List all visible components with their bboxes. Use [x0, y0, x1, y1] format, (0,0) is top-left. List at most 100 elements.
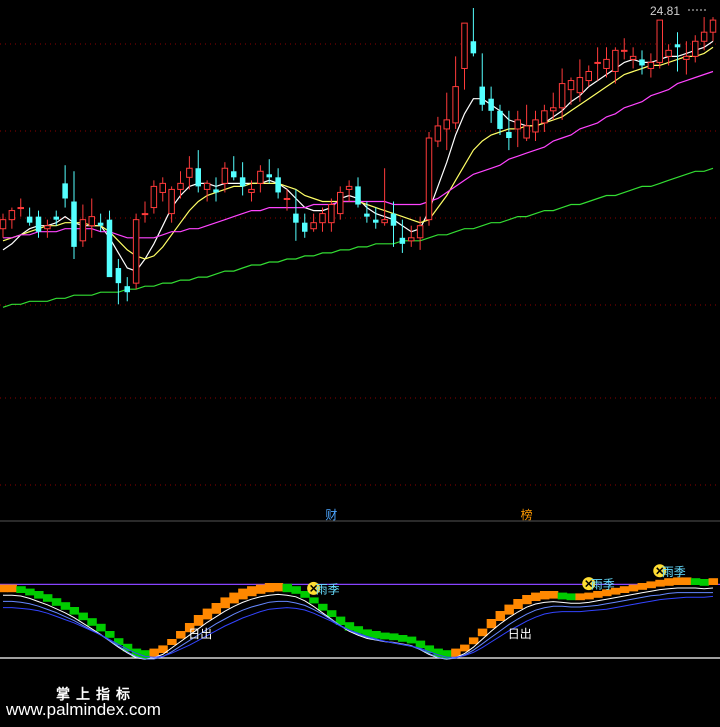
candle-body: [159, 182, 167, 193]
candle-body: [71, 201, 77, 247]
step-block-up: [0, 584, 9, 593]
step-block-up: [531, 592, 541, 601]
candle-body: [629, 55, 637, 60]
step-block-up: [460, 644, 470, 652]
step-block-up: [229, 592, 239, 604]
step-block-up: [522, 595, 532, 605]
step-block-up: [575, 593, 585, 601]
step-block-up: [584, 592, 594, 600]
step-block-up: [167, 639, 177, 645]
candle-body: [683, 55, 690, 60]
candle-up: [159, 177, 167, 202]
candle-body: [213, 189, 219, 193]
candle-body: [514, 119, 522, 130]
step-block-down: [69, 607, 80, 615]
candle-body: [603, 58, 610, 69]
candle-body: [230, 171, 237, 178]
candle-up: [345, 180, 353, 202]
candle-body: [132, 219, 140, 284]
candle-body: [293, 213, 299, 223]
candle-body: [8, 210, 16, 221]
step-block-up: [477, 628, 488, 637]
candle-body: [691, 40, 699, 57]
candle-body: [479, 86, 486, 105]
candle-up: [629, 47, 637, 69]
candle-up: [461, 22, 468, 90]
candle-body: [497, 110, 503, 129]
candle-up: [257, 165, 264, 193]
candle-body: [364, 213, 370, 217]
step-block-up: [513, 599, 523, 609]
candle-down: [239, 162, 246, 196]
step-block-up: [238, 588, 248, 600]
candle-body: [336, 191, 344, 215]
candle-body: [532, 119, 539, 133]
candle-body: [381, 219, 388, 224]
candle-body: [549, 107, 557, 112]
candle-body: [399, 237, 406, 244]
watermark-url: www.palmindex.com: [6, 700, 161, 719]
candle-up: [612, 47, 619, 84]
candle-down: [106, 210, 113, 278]
step-block-up: [646, 581, 656, 589]
candle-body: [355, 186, 361, 205]
step-block-up: [193, 615, 204, 626]
step-block-up: [708, 578, 719, 585]
candle-up: [79, 204, 87, 247]
step-block-down: [557, 592, 568, 600]
step-block-down: [389, 633, 399, 641]
candle-down: [230, 156, 237, 181]
candle-up: [132, 213, 140, 290]
candle-body: [195, 168, 202, 187]
step-block-up: [628, 584, 639, 592]
candle-up: [425, 131, 433, 226]
step-block-up: [655, 579, 665, 587]
candle-body: [310, 222, 317, 230]
step-block-up: [637, 583, 648, 590]
candle-up: [594, 47, 601, 81]
sunrise-label-4: 日出: [188, 627, 212, 641]
step-block-down: [105, 631, 115, 638]
step-block-down: [87, 618, 97, 626]
candle-down: [506, 110, 512, 151]
candle-body: [257, 170, 264, 184]
candle-up: [141, 201, 149, 223]
step-block-up: [149, 648, 159, 657]
candle-body: [407, 237, 415, 242]
candle-body: [115, 268, 122, 284]
candle-body: [461, 22, 468, 69]
candle-down: [124, 277, 131, 302]
step-block-down: [291, 586, 301, 594]
candle-body: [639, 59, 645, 66]
candle-body: [186, 167, 193, 178]
step-block-down: [397, 635, 408, 642]
step-block-down: [60, 602, 71, 610]
marker-label-1: 财: [325, 508, 337, 522]
candle-up: [17, 198, 25, 217]
step-block-up: [664, 578, 674, 586]
candle-up: [647, 53, 655, 78]
step-block-up: [593, 591, 603, 598]
candle-down: [488, 86, 494, 123]
candle-down: [62, 165, 68, 208]
candle-body: [594, 61, 601, 64]
step-block-down: [699, 579, 710, 586]
chart-stage: 财榜 雨季 雨季雨季日出 日出: [0, 8, 720, 660]
step-block-up: [495, 611, 506, 621]
step-block-up: [176, 631, 186, 639]
candle-up: [709, 17, 717, 42]
candlestick-series: [0, 8, 717, 305]
step-block-up: [247, 586, 257, 597]
candle-body: [434, 125, 442, 142]
candle-down: [479, 53, 486, 111]
step-block-down: [34, 591, 44, 599]
candle-down: [355, 177, 361, 208]
step-block-up: [539, 591, 550, 600]
candle-up: [514, 110, 522, 148]
candle-body: [488, 98, 494, 111]
candle-body: [62, 183, 68, 199]
step-block-up: [255, 584, 266, 594]
candle-body: [558, 83, 566, 109]
candle-up: [150, 180, 158, 214]
step-block-up: [220, 597, 230, 609]
